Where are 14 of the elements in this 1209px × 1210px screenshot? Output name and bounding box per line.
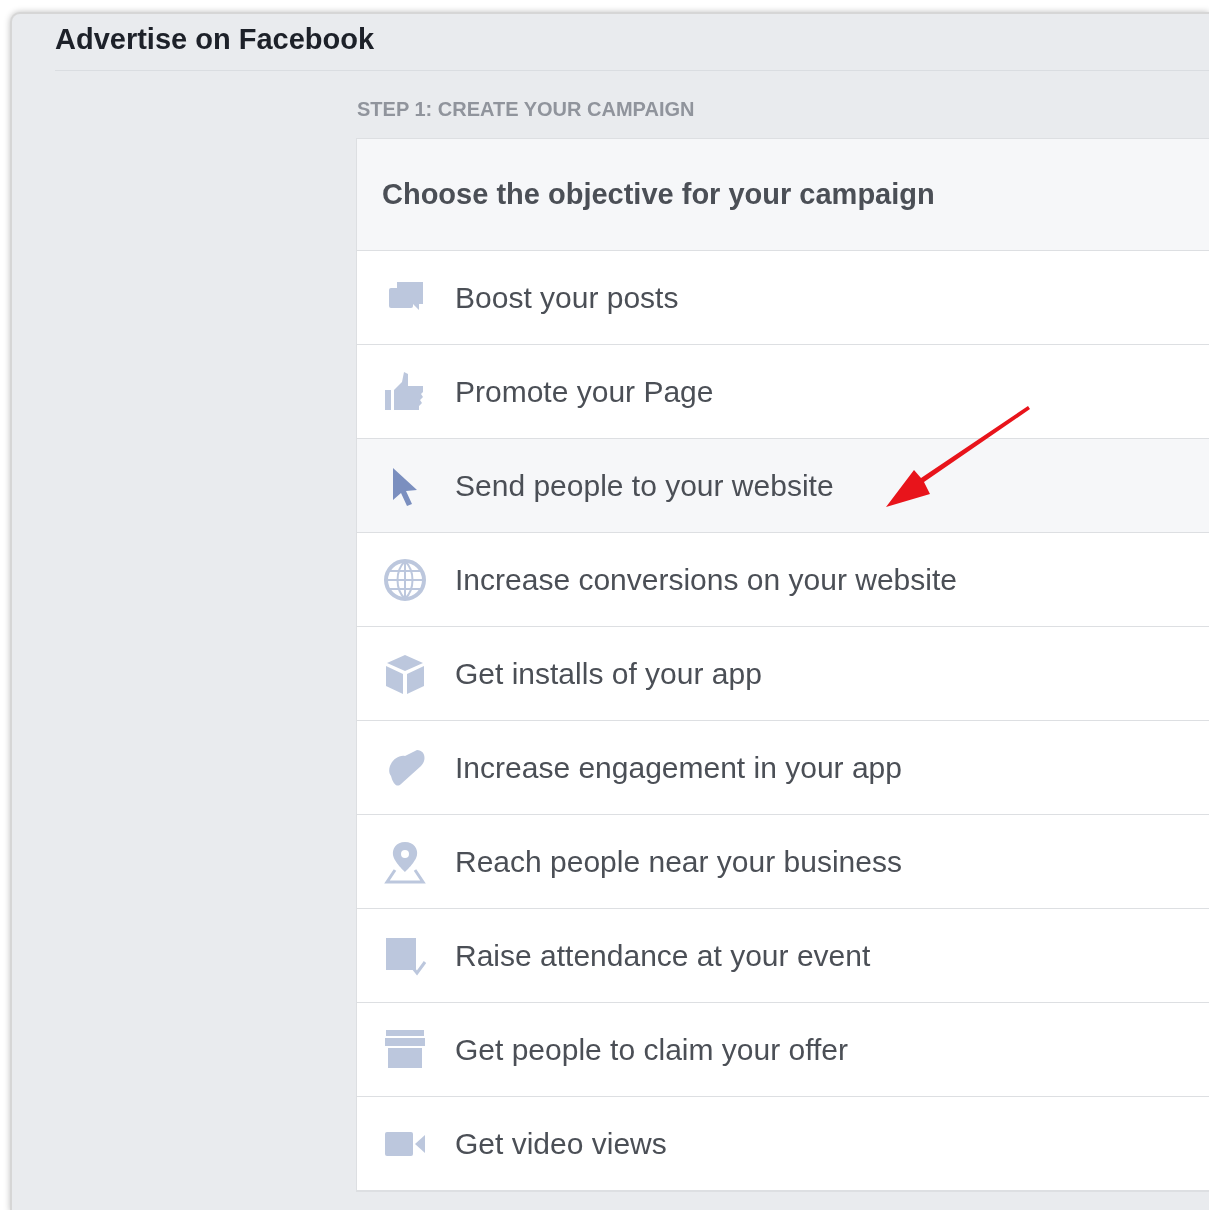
objective-option[interactable]: Raise attendance at your event	[357, 909, 1209, 1003]
objective-option[interactable]: Get people to claim your offer	[357, 1003, 1209, 1097]
step-label: STEP 1: CREATE YOUR CAMPAIGN	[357, 97, 696, 122]
globe-icon	[383, 557, 427, 602]
objective-option[interactable]: Increase conversions on your website	[357, 533, 1209, 627]
objective-option[interactable]: Send people to your website	[357, 439, 1209, 533]
objective-option[interactable]: Increase engagement in your app	[357, 721, 1209, 815]
objective-option[interactable]: Get installs of your app	[357, 627, 1209, 721]
objective-option[interactable]: Get video views	[357, 1097, 1209, 1191]
card-heading: Choose the objective for your campaign	[382, 178, 935, 211]
page-title: Advertise on Facebook	[54, 22, 376, 56]
objective-option[interactable]: Boost your posts	[357, 251, 1209, 345]
map-pin-icon	[383, 839, 427, 884]
objective-option[interactable]: Reach people near your business	[357, 815, 1209, 909]
